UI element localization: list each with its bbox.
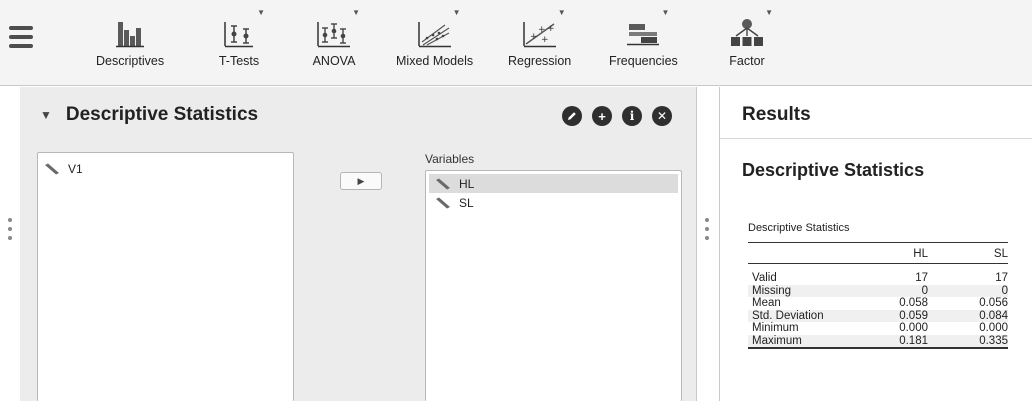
- table-cell: 0.084: [979, 309, 1008, 322]
- ribbon-label: ANOVA: [312, 54, 356, 68]
- table-cell: 0: [1001, 284, 1008, 297]
- table-cell: 17: [995, 272, 1008, 284]
- table-cell: 0.000: [979, 322, 1008, 334]
- pane-divider-right: [719, 87, 720, 401]
- variable-name: SL: [459, 195, 474, 210]
- table-cell: 0.059: [899, 309, 928, 322]
- table-cell: 0.058: [899, 297, 928, 309]
- edit-icon[interactable]: [562, 106, 582, 126]
- results-divider: [720, 138, 1032, 139]
- menu-hamburger-icon[interactable]: [9, 26, 33, 52]
- scale-ruler-icon: [436, 197, 450, 208]
- collapse-triangle-icon[interactable]: ▼: [40, 108, 52, 122]
- table-row: Minimum 0.000 0.000: [748, 322, 1008, 335]
- dropdown-caret-icon: ▼: [765, 8, 773, 17]
- svg-text:+: +: [547, 24, 555, 34]
- list-item[interactable]: HL: [429, 174, 678, 193]
- scale-ruler-icon: [436, 178, 450, 189]
- dropdown-caret-icon: ▼: [257, 8, 265, 17]
- table-cell: 0: [921, 284, 928, 297]
- ribbon-anova-button[interactable]: ▼ ANOVA: [310, 6, 360, 80]
- results-heading: Results: [742, 104, 811, 125]
- dropdown-caret-icon: ▼: [352, 8, 360, 17]
- svg-text:+: +: [541, 35, 549, 45]
- table-row: Maximum 0.181 0.335: [748, 334, 1008, 348]
- table-cell: Minimum: [752, 322, 799, 334]
- table-row: Valid 17 17: [748, 264, 1008, 285]
- analysis-title: Descriptive Statistics: [65, 104, 259, 125]
- dropdown-caret-icon: ▼: [661, 8, 670, 17]
- table-cell: Std. Deviation: [752, 309, 824, 322]
- info-icon[interactable]: i: [622, 106, 642, 126]
- table-cell: 17: [915, 272, 928, 284]
- anova-icon: ▼: [310, 6, 360, 48]
- svg-text:+: +: [538, 25, 546, 35]
- descriptive-statistics-table: HL SL Valid 17 17 Missing 0 0 Mean 0.058…: [748, 242, 1008, 349]
- dropdown-caret-icon: ▼: [452, 8, 461, 17]
- ribbon-t-tests-button[interactable]: ▼ T-Tests: [215, 6, 265, 80]
- frequencies-icon: ▼: [619, 6, 670, 48]
- selected-variables-list[interactable]: HL SL: [425, 170, 682, 401]
- dropdown-caret-icon: ▼: [557, 8, 566, 17]
- table-header: SL: [993, 247, 1008, 260]
- ribbon-label: Regression: [508, 54, 572, 68]
- list-item[interactable]: SL: [429, 193, 678, 212]
- svg-text:+: +: [530, 32, 538, 42]
- results-section-title: Descriptive Statistics: [742, 160, 925, 180]
- ribbon-mixed-models-button[interactable]: ▼ Mixed Models: [396, 6, 473, 80]
- ribbon-label: Frequencies: [609, 54, 678, 68]
- table-header: HL: [913, 247, 928, 260]
- variable-name: V1: [68, 161, 83, 176]
- table-cell: 0.335: [979, 334, 1008, 347]
- ribbon-factor-button[interactable]: ▼ Factor: [723, 6, 773, 80]
- factor-icon: ▼: [723, 6, 773, 48]
- ribbon-label: Descriptives: [96, 54, 165, 68]
- table-cell: 0.181: [899, 334, 928, 347]
- variables-box-label: Variables: [425, 152, 475, 166]
- table-row: Missing 0 0: [748, 284, 1008, 297]
- table-row: Std. Deviation 0.059 0.084: [748, 309, 1008, 322]
- table-cell: 0.056: [979, 297, 1008, 309]
- table-cell: Maximum: [752, 334, 802, 347]
- left-drag-handle[interactable]: [7, 218, 13, 240]
- t-tests-icon: ▼: [215, 6, 265, 48]
- table-cell: Valid: [752, 272, 777, 284]
- available-variables-list[interactable]: V1: [37, 152, 294, 401]
- regression-icon: + + + + ▼: [516, 6, 566, 48]
- analysis-controls: + i ✕: [562, 106, 672, 126]
- ribbon-label: T-Tests: [218, 54, 260, 68]
- ribbon-label: Factor: [729, 54, 765, 68]
- table-header: [748, 243, 858, 264]
- table-cell: 0.000: [899, 322, 928, 334]
- move-variable-button[interactable]: ▶: [340, 172, 382, 190]
- add-icon[interactable]: +: [592, 106, 612, 126]
- variable-name: HL: [459, 176, 475, 191]
- ribbon-label: Mixed Models: [396, 54, 474, 68]
- table-cell: Missing: [752, 284, 791, 297]
- bar-chart-icon: [106, 6, 154, 48]
- ribbon-toolbar: Descriptives ▼ T-Tests ▼ ANOVA ▼ Mixed M…: [0, 0, 1032, 86]
- ribbon-frequencies-button[interactable]: ▼ Frequencies: [609, 6, 678, 80]
- table-row: Mean 0.058 0.056: [748, 297, 1008, 310]
- pane-resize-handle[interactable]: [704, 218, 710, 240]
- close-icon[interactable]: ✕: [652, 106, 672, 126]
- play-arrow-icon: ▶: [357, 175, 365, 186]
- table-cell: Mean: [752, 297, 781, 309]
- mixed-models-icon: ▼: [411, 6, 461, 48]
- pane-divider-left: [696, 87, 697, 401]
- table-header-row: HL SL: [748, 242, 1008, 264]
- table-caption: Descriptive Statistics: [748, 222, 850, 234]
- list-item[interactable]: V1: [38, 159, 293, 178]
- ribbon-regression-button[interactable]: + + + + ▼ Regression: [508, 6, 571, 80]
- ribbon-descriptives-button[interactable]: Descriptives: [96, 6, 164, 80]
- scale-ruler-icon: [45, 163, 59, 174]
- analysis-header: ▼ Descriptive Statistics: [40, 104, 258, 126]
